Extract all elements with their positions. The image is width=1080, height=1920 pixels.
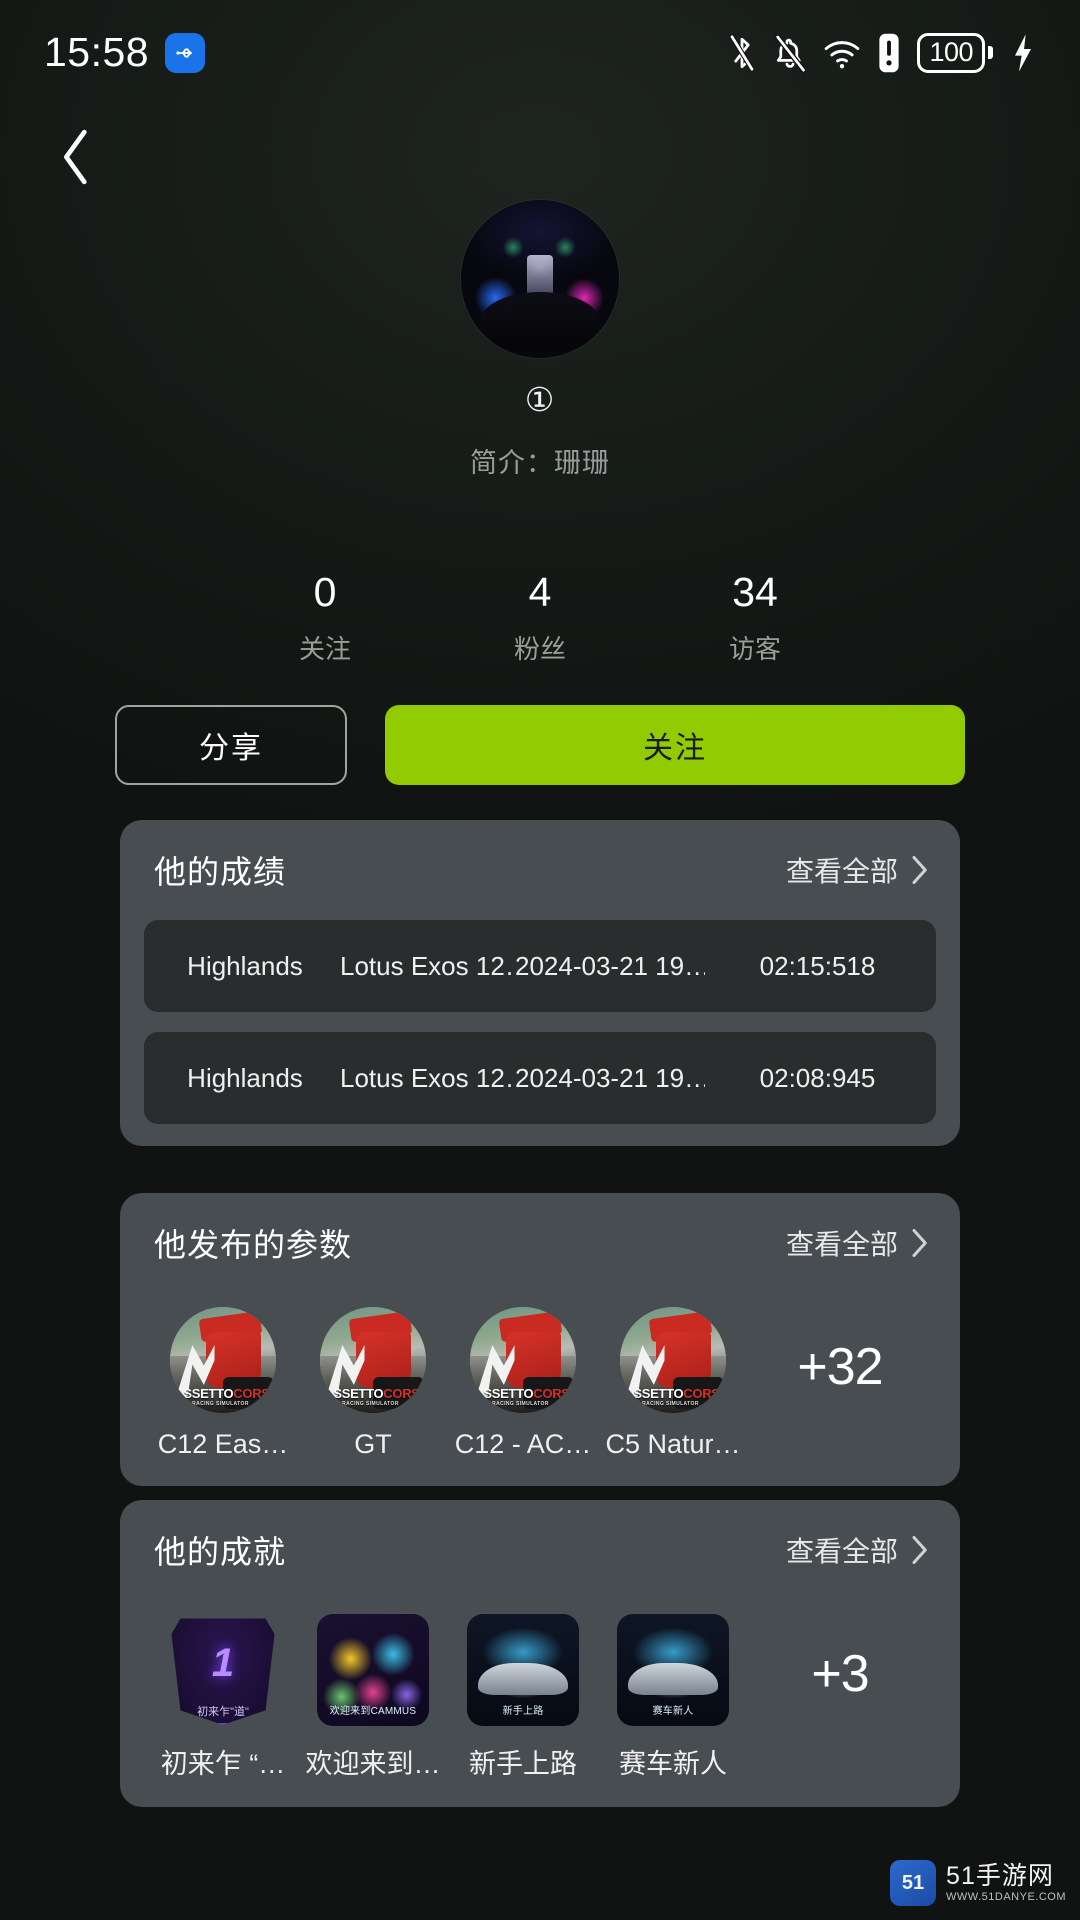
status-bar-left: 15:58 [44, 29, 206, 76]
status-bar-right: 100 [727, 32, 1036, 74]
results-view-all[interactable]: 查看全部 [786, 850, 928, 890]
notification-muted-icon [775, 33, 807, 73]
view-all-label: 查看全部 [785, 1536, 898, 1567]
view-all-label: 查看全部 [785, 1229, 898, 1260]
list-item[interactable]: 欢迎来到CAMMUS 欢迎来到… [298, 1614, 448, 1781]
action-buttons: 分享 关注 [0, 705, 1080, 785]
back-button[interactable] [42, 123, 110, 191]
result-laptime: 02:15:518 [759, 950, 876, 981]
params-list: ASSETTOCORSA YOUR RACING SIMULATOR C12 Ea… [120, 1293, 960, 1486]
status-bar: 15:58 100 [0, 0, 1080, 105]
alert-icon [879, 33, 900, 72]
params-card-header: 他发布的参数 查看全部 [120, 1193, 960, 1293]
usb-icon [165, 32, 206, 73]
badge-caption: 初来乍"道" [197, 1706, 249, 1719]
params-overflow-count[interactable]: +32 [748, 1307, 932, 1397]
badge-caption: 新手上路 [502, 1706, 544, 1718]
stat-value: 0 [313, 569, 337, 615]
rookie-car-badge: 新手上路 [467, 1614, 579, 1726]
list-item[interactable]: 新手上路 新手上路 [448, 1614, 598, 1781]
badge-caption: 赛车新人 [652, 1706, 694, 1718]
site-watermark: 51 51手游网 WWW.51DANYE.COM [890, 1860, 1066, 1906]
badge-caption: 欢迎来到CAMMUS [329, 1706, 417, 1718]
result-car: Lotus Exos 12… [340, 950, 515, 981]
share-button[interactable]: 分享 [115, 705, 347, 785]
achievements-card-title: 他的成就 [154, 1534, 287, 1570]
param-label: C12 - AC… [454, 1429, 592, 1459]
assetto-corsa-icon: ASSETTOCORSA YOUR RACING SIMULATOR [170, 1307, 276, 1413]
stat-value: 4 [528, 569, 552, 615]
chevron-right-icon [912, 856, 927, 884]
stat-label: 粉丝 [513, 634, 566, 665]
stats-row: 0 关注 4 粉丝 34 访客 [0, 569, 1080, 666]
params-view-all[interactable]: 查看全部 [786, 1223, 928, 1263]
assetto-corsa-icon: ASSETTOCORSA YOUR RACING SIMULATOR [620, 1307, 726, 1413]
status-time: 15:58 [44, 29, 150, 75]
result-car: Lotus Exos 12… [340, 1062, 515, 1093]
follow-button[interactable]: 关注 [385, 705, 965, 785]
avatar[interactable] [461, 200, 619, 358]
achievements-view-all[interactable]: 查看全部 [786, 1530, 928, 1570]
view-all-label: 查看全部 [785, 856, 898, 887]
stat-label: 访客 [728, 634, 781, 665]
chevron-right-icon [912, 1229, 927, 1257]
stat-visitors[interactable]: 34 访客 [648, 569, 863, 666]
stat-label: 关注 [298, 634, 351, 665]
result-track: Highlands [187, 1062, 303, 1093]
watermark-logo-icon: 51 [890, 1860, 937, 1906]
results-card-title: 他的成绩 [154, 854, 287, 890]
achievements-overflow-count[interactable]: +3 [748, 1614, 932, 1704]
racer-newbie-badge: 赛车新人 [617, 1614, 729, 1726]
charging-bolt-icon [1015, 33, 1031, 72]
table-row[interactable]: Highlands Lotus Exos 12… 2024-03-21 19… … [144, 1032, 936, 1124]
result-track: Highlands [187, 950, 303, 981]
watermark-url: WWW.51DANYE.COM [946, 1891, 1066, 1904]
badge-number: 1 [211, 1640, 235, 1685]
params-card-title: 他发布的参数 [154, 1227, 353, 1263]
list-item[interactable]: 赛车新人 赛车新人 [598, 1614, 748, 1781]
achievement-label: 初来乍 “… [160, 1749, 286, 1779]
achievement-label: 赛车新人 [619, 1749, 727, 1779]
stat-fans[interactable]: 4 粉丝 [433, 569, 648, 666]
list-item[interactable]: ASSETTOCORSA YOUR RACING SIMULATOR C12 Ea… [148, 1307, 298, 1460]
username: ① [524, 381, 556, 418]
wifi-icon [825, 40, 860, 68]
list-item[interactable]: ASSETTOCORSA YOUR RACING SIMULATOR C12 - … [448, 1307, 598, 1460]
results-card-header: 他的成绩 查看全部 [120, 820, 960, 920]
battery-icon: 100 [917, 32, 993, 73]
result-date: 2024-03-21 19… [515, 1062, 705, 1093]
result-date: 2024-03-21 19… [515, 950, 705, 981]
stat-following[interactable]: 0 关注 [218, 569, 433, 666]
phone-screen: 15:58 100 ① 简介：珊珊 0 关注 4 粉丝 34 访客 分享 关注 … [0, 0, 1080, 1920]
result-laptime: 02:08:945 [759, 1062, 876, 1093]
achievement-label: 新手上路 [469, 1749, 577, 1779]
assetto-corsa-icon: ASSETTOCORSA YOUR RACING SIMULATOR [320, 1307, 426, 1413]
achievements-card: 他的成就 查看全部 1 初来乍"道" 初来乍 “… 欢迎来到CAMMUS 欢迎来… [120, 1500, 960, 1807]
bluetooth-off-icon [729, 33, 755, 72]
nav-bar [0, 105, 1080, 210]
watermark-title: 51手游网 [946, 1862, 1054, 1891]
results-card: 他的成绩 查看全部 Highlands Lotus Exos 12… 2024-… [120, 820, 960, 1146]
laurel-first-badge: 1 初来乍"道" [167, 1614, 279, 1726]
param-label: GT [354, 1429, 392, 1459]
params-card: 他发布的参数 查看全部 ASSETTOCORSA YOUR RACING SIMU… [120, 1193, 960, 1486]
param-label: C12 Eas… [157, 1429, 289, 1459]
achievement-label: 欢迎来到… [305, 1749, 441, 1779]
param-label: C5 Natur… [605, 1429, 741, 1459]
battery-percent: 100 [929, 37, 973, 67]
chevron-right-icon [912, 1536, 927, 1564]
list-item[interactable]: 1 初来乍"道" 初来乍 “… [148, 1614, 298, 1781]
achievements-card-header: 他的成就 查看全部 [120, 1500, 960, 1600]
back-chevron-icon [63, 129, 87, 185]
list-item[interactable]: ASSETTOCORSA YOUR RACING SIMULATOR C5 Nat… [598, 1307, 748, 1460]
list-item[interactable]: ASSETTOCORSA YOUR RACING SIMULATOR GT [298, 1307, 448, 1460]
welcome-rainbow-badge: 欢迎来到CAMMUS [317, 1614, 429, 1726]
table-row[interactable]: Highlands Lotus Exos 12… 2024-03-21 19… … [144, 920, 936, 1012]
assetto-corsa-icon: ASSETTOCORSA YOUR RACING SIMULATOR [470, 1307, 576, 1413]
results-list: Highlands Lotus Exos 12… 2024-03-21 19… … [120, 920, 960, 1146]
achievements-list: 1 初来乍"道" 初来乍 “… 欢迎来到CAMMUS 欢迎来到… 新手上路 新手… [120, 1600, 960, 1807]
profile-header: ① 简介：珊珊 [0, 200, 1080, 480]
stat-value: 34 [732, 569, 778, 615]
user-bio: 简介：珊珊 [470, 448, 610, 478]
